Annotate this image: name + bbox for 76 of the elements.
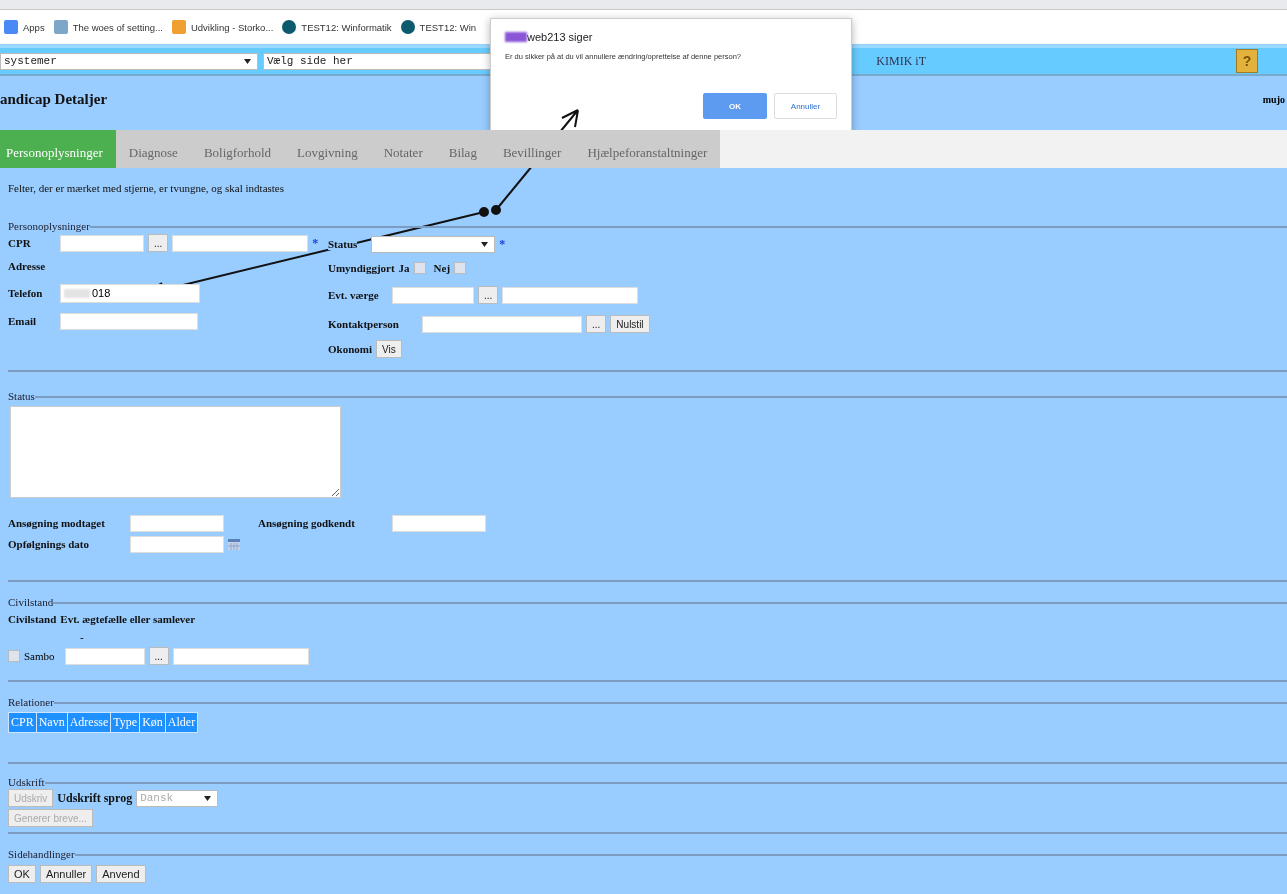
field-label: Ansøgning modtaget [8, 517, 106, 529]
checkbox-label: Sambo [24, 650, 55, 662]
status-select[interactable] [371, 235, 496, 253]
checkbox[interactable] [454, 262, 467, 274]
section-legend: Civilstand [8, 596, 54, 608]
field-label: Ansøgning godkendt [258, 517, 356, 529]
input-field[interactable] [392, 286, 474, 304]
column-header: CPR [8, 712, 37, 733]
bookmark[interactable]: TEST12: Win [400, 20, 477, 34]
bookmark[interactable]: Udvikling - Storko... [171, 20, 274, 34]
field-label: Telefon [8, 287, 44, 299]
field-label: Adresse [8, 260, 46, 272]
column-header: Evt. ægtefælle eller samlever [60, 613, 196, 625]
lookup-button[interactable]: ... [478, 286, 499, 304]
system-select[interactable]: systemer [0, 52, 258, 70]
column-header: Adresse [67, 712, 111, 733]
required-marker: * [499, 236, 506, 252]
field-label: Udskrift sprog [57, 790, 133, 806]
blurred-text [505, 32, 527, 42]
input-field[interactable] [502, 286, 639, 304]
lookup-button[interactable]: ... [586, 315, 607, 333]
caret-icon [481, 241, 489, 247]
section-legend: Status [8, 390, 35, 402]
bookmark[interactable]: TEST12: Winformatik [282, 20, 392, 34]
lookup-button[interactable]: ... [148, 234, 169, 252]
section-legend: Relationer [8, 696, 54, 708]
bookmark[interactable]: The woes of setting... [53, 20, 163, 34]
field-label: Email [8, 315, 38, 327]
caret-icon [204, 795, 212, 801]
field-label: Status [328, 238, 358, 250]
checkbox[interactable] [8, 650, 20, 662]
input-field[interactable] [64, 647, 145, 665]
spouse-dash: - [80, 631, 84, 643]
calendar-icon[interactable] [228, 538, 240, 550]
field-label: CPR [8, 237, 32, 249]
field-label: Kontaktperson [328, 318, 400, 330]
section-legend: Personoplysninger [8, 220, 90, 232]
checkbox[interactable] [413, 262, 426, 274]
input-field[interactable] [172, 234, 309, 252]
input-field[interactable] [130, 514, 224, 532]
section-legend: Sidehandlinger [8, 848, 75, 860]
field-label: Evt. værge [328, 289, 380, 301]
lookup-button[interactable]: ... [148, 647, 169, 665]
show-button[interactable]: Vis [376, 340, 402, 358]
option-label: Ja [398, 262, 410, 274]
column-header: Civilstand [8, 613, 57, 625]
column-header: Navn [36, 712, 68, 733]
caret-icon [244, 58, 251, 64]
cancel-button[interactable]: Annuller [774, 93, 837, 119]
action-button[interactable]: Anvend [96, 865, 146, 883]
status-textarea[interactable] [10, 406, 341, 498]
phone-field[interactable]: 018 [60, 283, 200, 303]
input-field[interactable] [60, 312, 198, 330]
page-title: andicap Detaljer [0, 91, 108, 108]
input-field[interactable] [422, 315, 582, 333]
field-label: Umyndiggjort [328, 262, 395, 274]
field-label: Opfølgnings dato [8, 538, 90, 550]
field-label: Okonomi [328, 343, 372, 355]
action-button[interactable]: OK [8, 865, 36, 883]
section-legend: Udskrift [8, 776, 45, 788]
option-label: Nej [433, 262, 451, 274]
reset-button[interactable]: Nulstil [610, 315, 650, 333]
action-button[interactable]: Annuller [39, 865, 93, 883]
input-field[interactable] [392, 514, 486, 532]
input-field[interactable] [172, 647, 309, 665]
brand-text: KIMIK iT [876, 53, 926, 69]
bookmark[interactable]: Apps [4, 20, 45, 34]
column-header: Alder [165, 712, 198, 733]
dialog-title: web213 siger [527, 31, 593, 43]
required-note: Felter, der er mærket med stjerne, er tvungne, og skal indtastes [8, 182, 285, 194]
column-header: Type [110, 712, 140, 733]
column-header: Køn [139, 712, 166, 733]
input-field[interactable] [130, 535, 224, 553]
required-marker: * [312, 235, 319, 251]
input-field[interactable] [60, 234, 144, 252]
user-name: mujo [1262, 94, 1285, 105]
